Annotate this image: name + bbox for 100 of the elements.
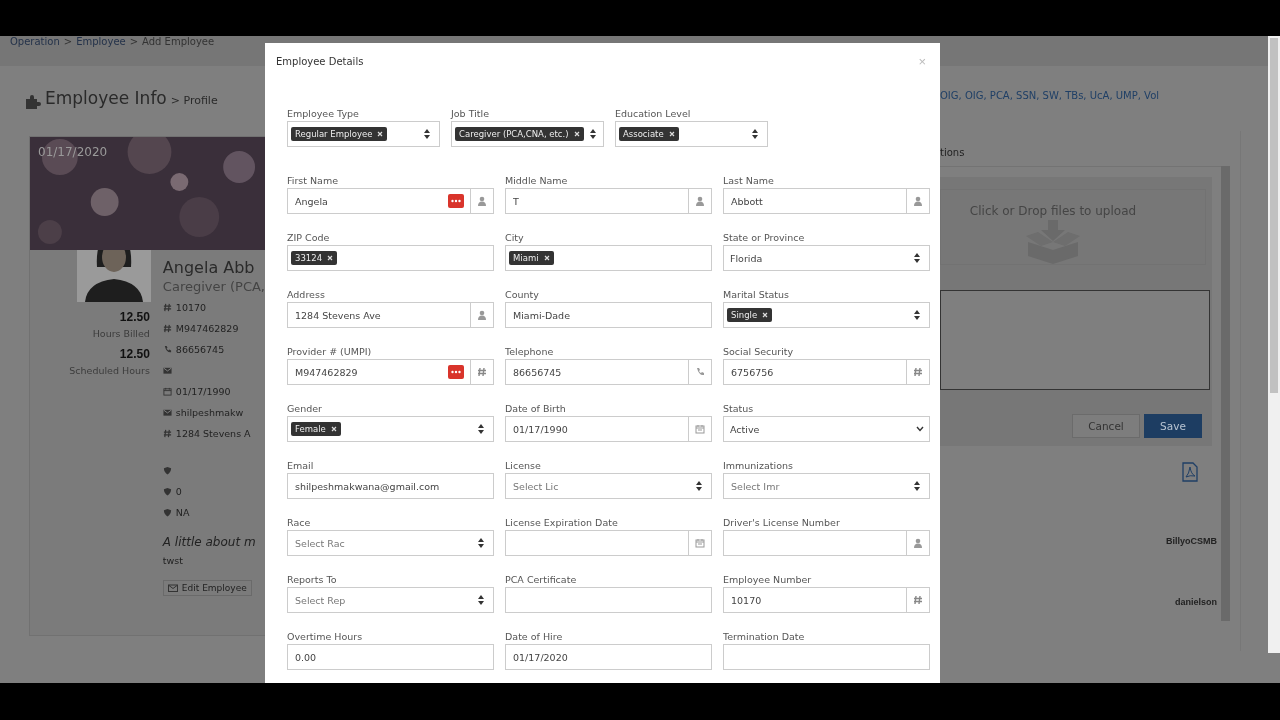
tag-select[interactable]: Female [287,416,494,442]
mail-icon [162,408,172,417]
password-manager-icon[interactable] [448,194,464,208]
tag[interactable]: Caregiver (PCA,CNA, etc.) [455,127,584,141]
select-field[interactable]: Select Rac [287,530,494,556]
dropdown[interactable]: Active [723,416,930,442]
hash-icon [913,367,923,377]
field-value[interactable]: shilpeshmakwana@gmail.com [291,480,490,492]
field-value[interactable]: T [509,195,682,207]
field-value[interactable]: Abbott [727,195,900,207]
select-placeholder[interactable]: Select Imr [727,480,908,492]
input-field[interactable] [723,530,930,556]
calendar-icon [695,424,705,434]
password-manager-icon[interactable] [448,365,464,379]
employee-name: Angela Abb [162,258,256,277]
sort-arrows-icon [478,424,484,434]
remove-icon[interactable] [377,131,384,137]
field-value[interactable]: Miami-Dade [509,309,708,321]
remove-icon[interactable] [327,255,334,261]
field-label: Driver's License Number [723,517,841,530]
field-label: Immunizations [723,460,794,473]
tag-select[interactable]: Caregiver (PCA,CNA, etc.) [451,121,604,147]
field-label: Gender [287,403,323,416]
hash-icon [162,324,172,333]
field-label: Employee Number [723,574,813,587]
tag[interactable]: Female [291,422,341,436]
select-field[interactable]: Select Imr [723,473,930,499]
select-placeholder[interactable]: Select Lic [509,480,690,492]
chevron-down-icon [916,426,924,432]
remove-icon[interactable] [573,131,580,137]
tag-select[interactable]: Single [723,302,930,328]
about-text: twst [162,555,184,566]
field-label: State or Province [723,232,806,245]
input-field[interactable] [505,530,712,556]
field-label: Overtime Hours [287,631,364,644]
edit-employee-button[interactable]: Edit Employee [162,580,252,596]
field-label: Race [287,517,312,530]
remove-icon[interactable] [543,255,550,261]
field-value[interactable]: 01/17/1990 [509,423,682,435]
field-label: Employee Type [287,108,360,121]
sort-arrows-icon [478,595,484,605]
input-field[interactable]: 1284 Stevens Ave [287,302,494,328]
breadcrumb-separator: > [129,36,139,48]
shield-icon [162,508,172,517]
tag-select[interactable]: Miami [505,245,712,271]
tag-select[interactable]: 33124 [287,245,494,271]
person-icon [913,196,923,206]
pdf-file-icon[interactable] [1182,462,1198,482]
stat-value: 12.50 [119,310,150,324]
input-field[interactable]: 10170 [723,587,930,613]
remove-icon[interactable] [762,312,769,318]
input-field[interactable]: Angela [287,188,494,214]
input-field[interactable]: 01/17/2020 [505,644,712,670]
field-label: Provider # (UMPI) [287,346,373,359]
tag-select[interactable]: Regular Employee [287,121,440,147]
shield-icon [162,466,172,475]
hash-icon [162,429,172,438]
input-field[interactable]: Miami-Dade [505,302,712,328]
field-value[interactable]: 0.00 [291,651,490,663]
input-field[interactable]: 6756756 [723,359,930,385]
field-label: License Expiration Date [505,517,619,530]
select-placeholder[interactable]: Select Rac [291,537,472,549]
input-field[interactable]: T [505,188,712,214]
field-value[interactable]: M947462829 [291,366,442,378]
dropdown[interactable]: Florida [723,245,930,271]
detail-text: shilpeshmakw [175,407,244,418]
tag[interactable]: 33124 [291,251,338,265]
remove-icon[interactable] [668,131,675,137]
input-field[interactable]: 01/17/1990 [505,416,712,442]
tag[interactable]: Associate [619,127,679,141]
select-field[interactable]: Select Rep [287,587,494,613]
field-value[interactable]: 10170 [727,594,900,606]
save-button[interactable]: Save [1144,414,1202,438]
sort-arrows-icon [696,481,702,491]
input-field[interactable] [505,587,712,613]
sort-arrows-icon [424,129,430,139]
select-field[interactable]: Select Lic [505,473,712,499]
breadcrumb-separator: > [63,36,73,48]
page-subtitle: > Profile [170,94,218,107]
field-value[interactable]: 86656745 [509,366,682,378]
notes-field[interactable] [940,290,1210,390]
field-value[interactable]: 1284 Stevens Ave [291,309,464,321]
field-value[interactable]: Angela [291,195,442,207]
tag[interactable]: Miami [509,251,554,265]
input-field[interactable]: shilpeshmakwana@gmail.com [287,473,494,499]
field-value[interactable]: 6756756 [727,366,900,378]
select-placeholder[interactable]: Select Rep [291,594,472,606]
tag[interactable]: Regular Employee [291,127,388,141]
input-field[interactable]: 0.00 [287,644,494,670]
input-field[interactable] [723,644,930,670]
input-field[interactable]: 86656745 [505,359,712,385]
remove-icon[interactable] [330,426,337,432]
stat-value: 12.50 [119,347,150,361]
tag-select[interactable]: Associate [615,121,768,147]
input-field[interactable]: Abbott [723,188,930,214]
scrollbar[interactable] [1268,36,1280,653]
field-value[interactable]: 01/17/2020 [509,651,708,663]
hash-icon [913,595,923,605]
tag[interactable]: Single [727,308,773,322]
input-field[interactable]: M947462829 [287,359,494,385]
